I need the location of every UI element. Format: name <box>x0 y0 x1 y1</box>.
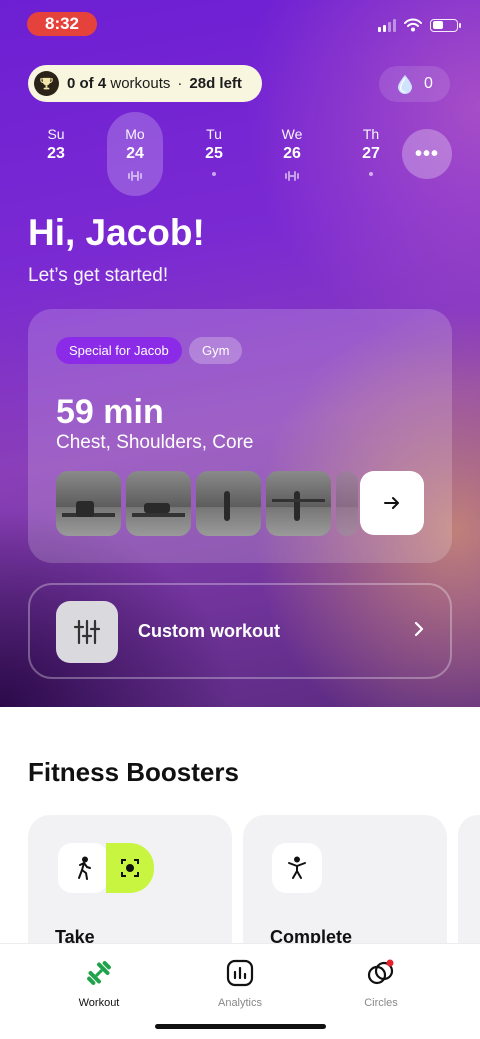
day-number: 26 <box>283 145 301 162</box>
day-name: Tu <box>206 126 222 142</box>
battery-icon <box>430 18 461 32</box>
sliders-icon <box>56 601 118 663</box>
workout-dot-icon <box>186 171 242 177</box>
custom-workout-label: Custom workout <box>138 621 280 641</box>
day-name: Mo <box>125 126 145 142</box>
progress-text: 0 of 4 workouts · 28d left <box>67 75 242 92</box>
day-number: 27 <box>362 145 380 162</box>
day-name: Su <box>47 126 65 142</box>
drops-pill[interactable]: 0 <box>379 66 450 102</box>
wifi-icon <box>404 18 422 32</box>
trophy-icon <box>34 71 59 96</box>
day-number: 25 <box>205 145 223 162</box>
tab-circles[interactable]: Circles <box>321 958 441 1009</box>
day-mon-selected[interactable]: Mo 24 <box>107 112 163 196</box>
progress-unit: workouts <box>110 75 171 92</box>
progress-count: 0 of 4 <box>67 75 107 92</box>
circles-icon <box>321 958 441 988</box>
ai-scan-icon <box>106 843 154 893</box>
signal-icon <box>378 18 396 32</box>
dumbbell-icon <box>107 171 163 181</box>
custom-workout-button[interactable]: Custom workout <box>28 583 452 679</box>
greeting-title: Hi, Jacob! <box>28 212 205 253</box>
status-icons <box>378 16 461 34</box>
exercise-thumbnail <box>196 471 261 536</box>
person-stretch-icon <box>272 843 322 893</box>
home-indicator <box>155 1024 326 1029</box>
exercise-thumbnails <box>56 471 358 536</box>
workout-progress-pill[interactable]: 0 of 4 workouts · 28d left <box>28 65 262 102</box>
workout-duration: 59 min <box>56 393 164 431</box>
drops-count: 0 <box>424 75 433 92</box>
days-left: 28d left <box>189 75 242 92</box>
day-wed[interactable]: We 26 <box>264 112 320 196</box>
workout-dot-icon <box>343 171 399 177</box>
boosters-title: Fitness Boosters <box>28 757 239 787</box>
exercise-thumbnail <box>336 471 358 536</box>
chevron-right-icon <box>414 621 424 637</box>
hero-section: 8:32 0 of 4 workouts · 28d left 0 Su 23 … <box>0 0 480 707</box>
start-workout-button[interactable] <box>360 471 424 535</box>
tab-workout[interactable]: Workout <box>39 958 159 1009</box>
exercise-thumbnail <box>126 471 191 536</box>
exercise-thumbnail <box>56 471 121 536</box>
workout-muscles: Chest, Shoulders, Core <box>56 432 254 453</box>
day-thu[interactable]: Th 27 <box>343 112 399 196</box>
arrow-right-icon <box>384 497 399 509</box>
tab-label: Workout <box>78 997 120 1009</box>
drop-icon <box>398 75 413 94</box>
analytics-icon <box>180 958 300 988</box>
tab-label: Analytics <box>217 997 263 1009</box>
exercise-thumbnail <box>266 471 331 536</box>
day-number: 23 <box>47 145 65 162</box>
day-number: 24 <box>126 145 144 162</box>
walking-icon <box>58 843 108 893</box>
tab-label: Circles <box>364 997 398 1009</box>
status-time: 8:32 <box>27 12 97 36</box>
dumbbell-icon <box>39 958 159 988</box>
dumbbell-icon <box>264 171 320 181</box>
tab-analytics[interactable]: Analytics <box>180 958 300 1009</box>
special-tag: Special for Jacob <box>56 337 182 364</box>
day-sun[interactable]: Su 23 <box>28 112 84 196</box>
greeting-subtitle: Let’s get started! <box>28 265 169 286</box>
gym-tag: Gym <box>189 337 243 364</box>
day-name: Th <box>362 126 380 142</box>
workout-card[interactable]: Special for Jacob Gym 59 min Chest, Shou… <box>28 309 452 563</box>
day-tue[interactable]: Tu 25 <box>186 112 242 196</box>
day-name: We <box>281 126 303 142</box>
more-days-button[interactable]: ••• <box>402 129 452 179</box>
progress-separator: · <box>177 75 183 92</box>
